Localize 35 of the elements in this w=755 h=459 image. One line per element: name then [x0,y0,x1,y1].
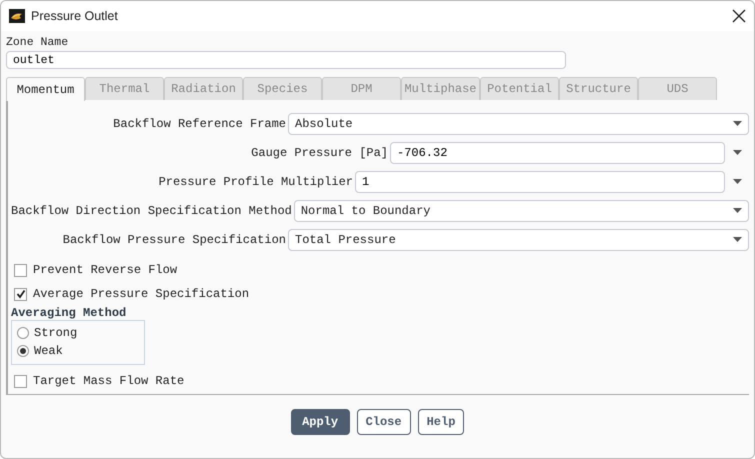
field-label: Zone Name [6,35,70,50]
tab[interactable]: Momentum [6,77,85,101]
dialog-button[interactable]: Help [418,409,464,435]
dropdown-arrow-icon [732,179,742,184]
checkbox-label: Average Pressure Specification [33,287,250,301]
app-logo-icon [9,9,25,23]
radio-label: Weak [34,344,63,358]
checkbox[interactable] [14,374,27,388]
radio-button[interactable] [17,327,29,339]
checkbox[interactable] [14,264,27,276]
group-title: Averaging Method [11,306,128,320]
number-field[interactable]: -706.32 [390,142,725,164]
dropdown-arrow-icon [733,237,742,242]
field-label: Backflow Pressure Specification [62,232,286,246]
dropdown-arrow-icon [733,208,742,213]
dropdown-arrow-icon [732,150,742,155]
dialog-button[interactable]: Close [356,409,411,435]
window-title: Pressure Outlet [31,9,118,23]
dropdown[interactable]: Absolute [288,112,749,134]
dropdown[interactable]: Normal to Boundary [294,200,749,222]
radio-label: Strong [34,326,78,340]
field-label: Backflow Reference Frame [112,116,286,130]
field-label: Backflow Direction Specification Method [11,204,292,218]
number-field[interactable]: 1 [355,170,725,192]
dropdown[interactable]: Total Pressure [288,228,749,250]
field-label: Gauge Pressure [Pa] [250,146,388,160]
checkbox-label: Prevent Reverse Flow [33,263,178,277]
field-label: Pressure Profile Multiplier [158,174,353,188]
close-icon[interactable] [732,9,746,23]
checkbox-label: Target Mass Flow Rate [33,374,184,388]
zone-name-field[interactable]: outlet [6,51,566,69]
dropdown-arrow-icon [733,121,742,126]
radio-button[interactable] [17,345,29,357]
checkbox[interactable] [14,288,27,300]
dialog-button[interactable]: Apply [290,409,350,435]
